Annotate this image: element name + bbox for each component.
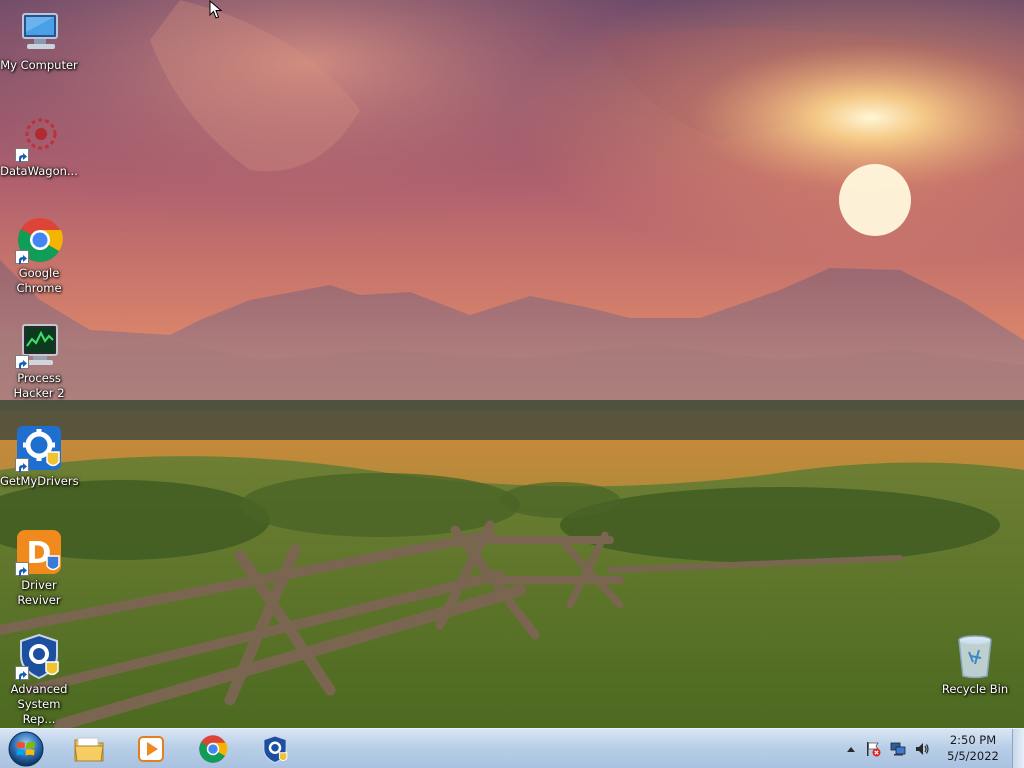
shortcut-arrow-icon bbox=[15, 250, 29, 264]
clock-time: 2:50 PM bbox=[949, 733, 997, 747]
desktop-icon-label: DataWagon... bbox=[0, 164, 78, 178]
taskbar-advanced-system-repair-button[interactable] bbox=[250, 731, 300, 767]
action-center-flag-icon[interactable] bbox=[864, 740, 882, 758]
desktop-icon-recycle-bin[interactable]: Recycle Bin bbox=[936, 632, 1014, 697]
desktop-icon-label: Driver Reviver bbox=[17, 578, 61, 607]
taskbar-media-player-button[interactable] bbox=[126, 731, 176, 767]
shortcut-arrow-icon bbox=[15, 148, 29, 162]
desktop-icon-getmydrivers[interactable]: GetMyDrivers bbox=[0, 424, 79, 489]
desktop-icon-label: Google Chrome bbox=[16, 266, 62, 295]
recycle-bin-icon bbox=[951, 632, 999, 680]
desktop-icon-driver-reviver[interactable]: D Driver Reviver bbox=[0, 528, 78, 608]
shortcut-arrow-icon bbox=[15, 458, 29, 472]
clock-date: 5/5/2022 bbox=[947, 749, 999, 763]
taskbar: 2:50 PM 5/5/2022 bbox=[0, 728, 1024, 768]
desktop-icon-google-chrome[interactable]: Google Chrome bbox=[0, 216, 78, 296]
process-hacker-icon bbox=[15, 321, 63, 369]
show-desktop-button[interactable] bbox=[1012, 729, 1024, 768]
network-icon[interactable] bbox=[889, 740, 907, 758]
desktop-wallpaper bbox=[0, 0, 1024, 728]
start-button[interactable] bbox=[6, 730, 46, 768]
chrome-icon bbox=[15, 216, 63, 264]
folder-icon bbox=[74, 737, 104, 762]
desktop-icon-datawagon[interactable]: DataWagon... bbox=[0, 114, 78, 179]
advanced-system-repair-icon bbox=[15, 632, 63, 680]
mouse-pointer-icon bbox=[209, 0, 223, 19]
chrome-icon bbox=[199, 735, 228, 763]
show-hidden-icons-arrow-icon[interactable] bbox=[842, 740, 860, 758]
desktop[interactable]: My Computer DataWagon... Google Chrome P… bbox=[0, 0, 1024, 728]
shortcut-arrow-icon bbox=[15, 562, 29, 576]
desktop-icon-label: GetMyDrivers bbox=[0, 474, 79, 488]
taskbar-clock[interactable]: 2:50 PM 5/5/2022 bbox=[937, 732, 1009, 764]
datawagon-icon bbox=[15, 114, 63, 162]
desktop-icon-label: Advanced System Rep... bbox=[10, 682, 68, 726]
driver-reviver-icon: D bbox=[15, 528, 63, 576]
shortcut-arrow-icon bbox=[15, 666, 29, 680]
shield-gear-icon bbox=[263, 735, 288, 764]
computer-icon bbox=[15, 8, 63, 56]
taskbar-chrome-button[interactable] bbox=[188, 731, 238, 767]
taskbar-file-explorer-button[interactable] bbox=[64, 731, 114, 767]
desktop-icon-my-computer[interactable]: My Computer bbox=[0, 8, 78, 73]
desktop-icon-advanced-system-repair[interactable]: Advanced System Rep... bbox=[0, 632, 78, 727]
volume-icon[interactable] bbox=[913, 740, 931, 758]
desktop-icon-label: My Computer bbox=[0, 58, 78, 72]
media-player-icon bbox=[138, 736, 164, 762]
desktop-icon-process-hacker[interactable]: Process Hacker 2 bbox=[0, 321, 78, 401]
getmydrivers-icon bbox=[15, 424, 63, 472]
shortcut-arrow-icon bbox=[15, 355, 29, 369]
desktop-icon-label: Recycle Bin bbox=[941, 682, 1009, 696]
desktop-icon-label: Process Hacker 2 bbox=[13, 371, 65, 400]
